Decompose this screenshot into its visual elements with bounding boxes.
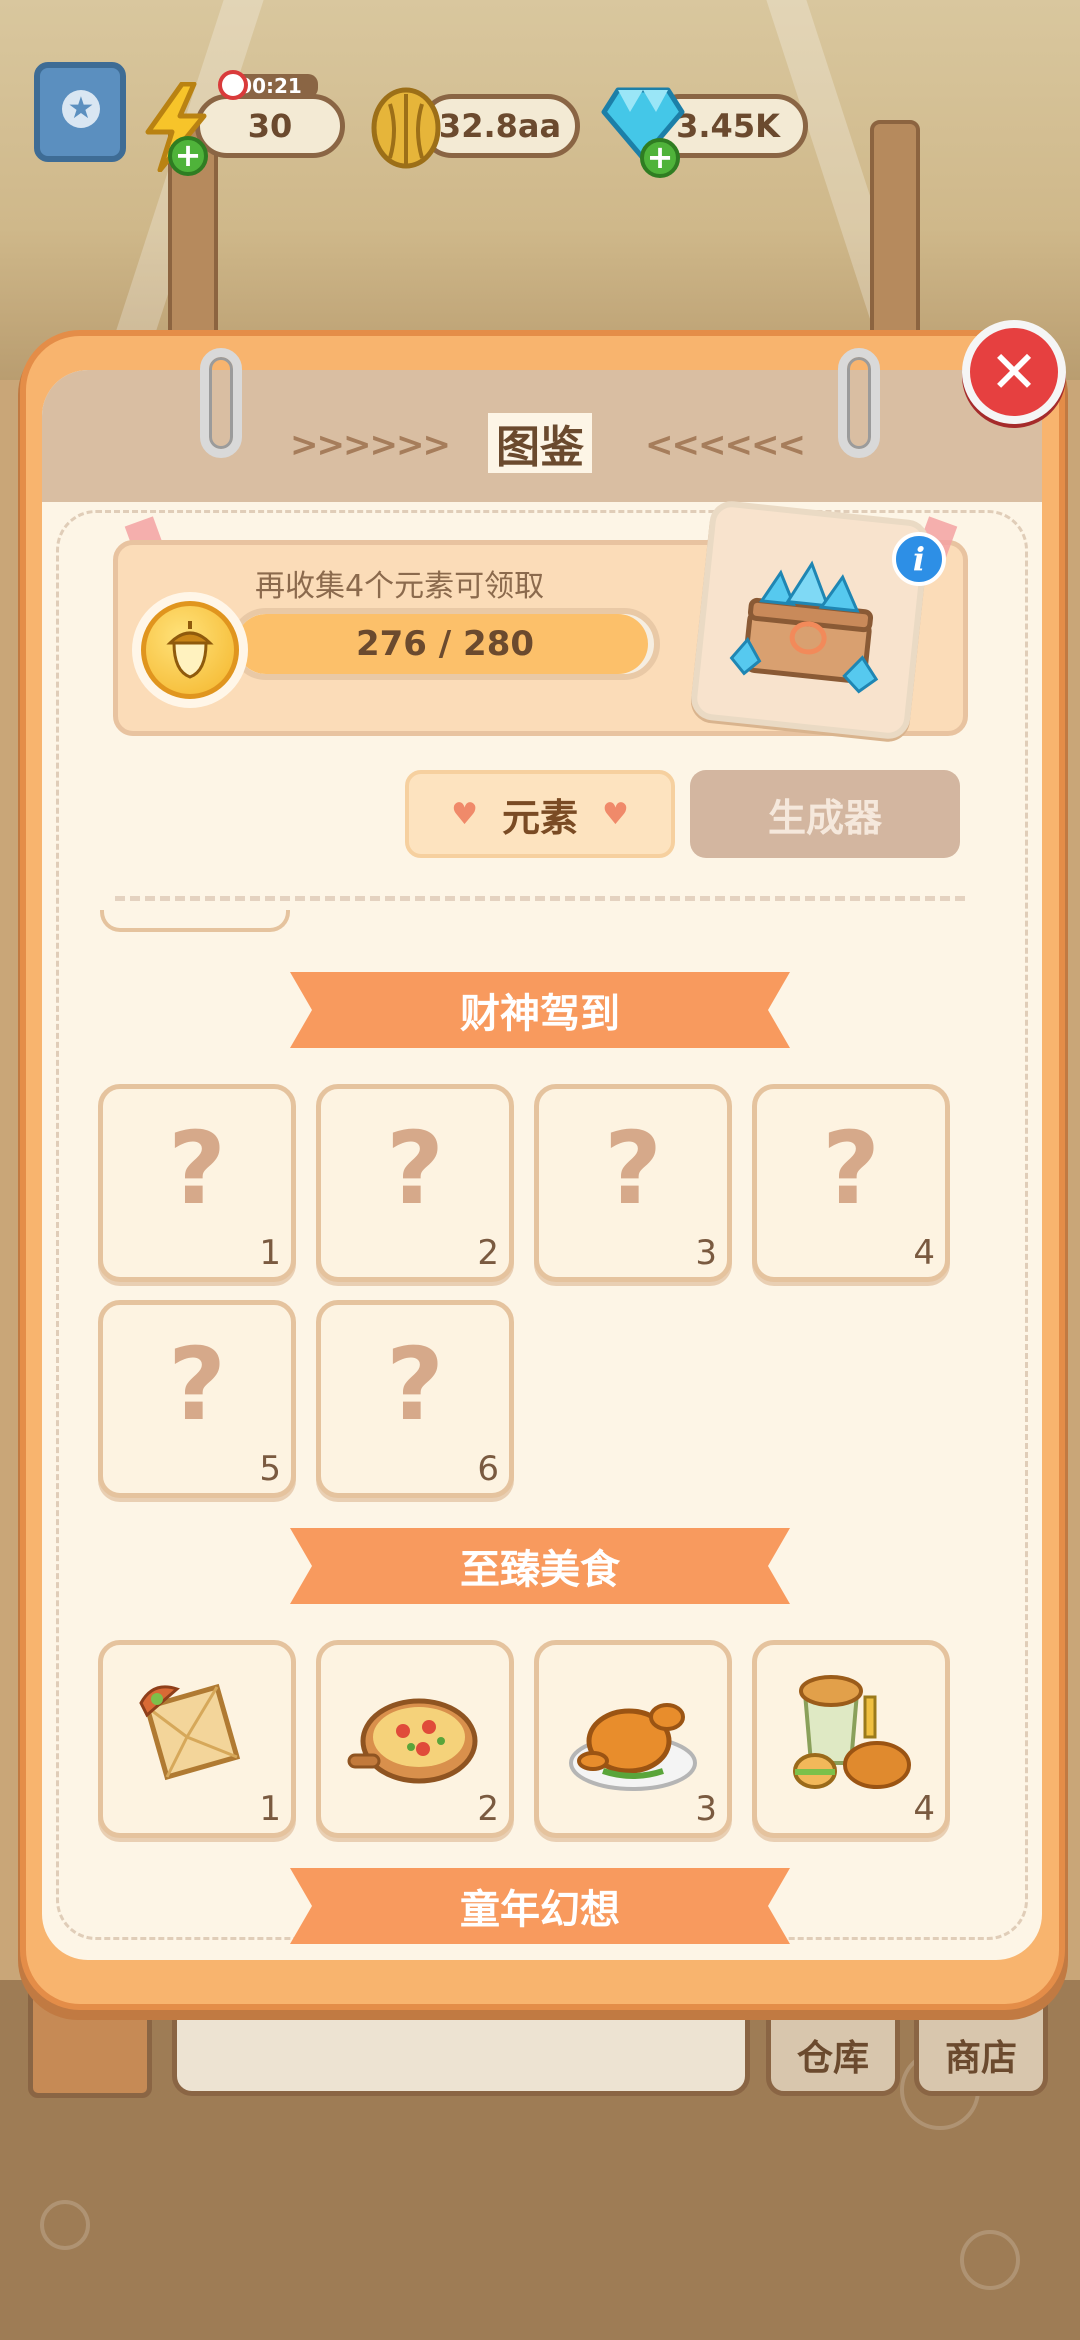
collection-tile[interactable]: 2 [316,1640,514,1838]
album-book-icon[interactable]: ★ [34,62,126,162]
question-mark-icon: ? [603,1110,662,1227]
energy-pill: 30 [195,94,345,158]
collection-tile-locked[interactable]: ? 5 [98,1300,296,1498]
tab-elements-label: 元素 [501,795,578,840]
warehouse-label: 仓库 [796,2038,869,2079]
question-mark-icon: ? [167,1110,226,1227]
collection-tile[interactable]: 4 [752,1640,950,1838]
tile-number: 1 [259,1789,281,1829]
question-mark-icon: ? [821,1110,880,1227]
heart-icon: ♥ [602,796,629,832]
seed-coin-icon [371,87,441,169]
coins-pill: 32.8aa [420,94,580,158]
collection-scroll-area[interactable]: 财神驾到 ? 1 ? 2 ? 3 ? 4 ? 5 ? 6 至臻美食 1 2 3 … [70,910,1010,1960]
progress-label: 276 / 280 [355,624,535,664]
question-mark-icon: ? [385,1326,444,1443]
info-button[interactable]: i [892,532,946,586]
collection-tile-locked[interactable]: ? 3 [534,1084,732,1282]
close-button[interactable]: ✕ [962,320,1066,424]
background-bubble [40,2200,90,2250]
binder-ring-left [200,348,242,458]
reward-chest-card[interactable] [689,499,931,741]
section-banner: 童年幻想 [290,1868,790,1948]
question-mark-icon: ? [167,1326,226,1443]
tile-number: 4 [913,1789,935,1829]
clock-icon [218,70,248,100]
gems-value: 3.45K [676,107,780,145]
gem-chest-icon [729,560,879,694]
collection-tile-locked[interactable]: ? 6 [316,1300,514,1498]
game-screen: { "topbar": { "energy_timer": "00:21", "… [0,0,1080,2340]
section-divider [115,896,965,901]
roast-chicken-icon [569,1703,697,1791]
energy-value: 30 [247,107,293,145]
section-title: 财神驾到 [460,991,620,1037]
heart-icon: ♥ [451,796,478,832]
page-title: 图鉴 [496,422,584,473]
shop-label: 商店 [944,2038,1017,2079]
section-banner: 财神驾到 [290,972,790,1052]
acorn-coin-icon [132,592,248,708]
info-icon: i [912,540,926,578]
tile-number: 1 [259,1233,281,1273]
tab-elements[interactable]: ♥ 元素 ♥ [405,770,675,858]
collection-tile-locked[interactable]: ? 1 [98,1084,296,1282]
title-plate: 图鉴 [488,413,592,473]
collection-tile[interactable]: 3 [534,1640,732,1838]
collection-tile[interactable]: 1 [98,1640,296,1838]
section-title: 童年幻想 [460,1887,620,1933]
add-energy-button[interactable]: + [168,136,208,176]
title-arrows-left: >>>>>> [290,425,451,465]
section-title: 至臻美食 [460,1547,620,1593]
tab-generators[interactable]: 生成器 [690,770,960,858]
tile-number: 5 [259,1449,281,1489]
close-icon: ✕ [989,338,1039,406]
tile-number: 3 [695,1789,717,1829]
tab-generators-label: 生成器 [767,795,882,840]
sandwich-icon [139,1683,241,1781]
fried-chicken-meal-icon [793,1675,911,1789]
section-banner: 至臻美食 [290,1528,790,1608]
tile-number: 2 [477,1233,499,1273]
title-arrows-right: <<<<<< [645,425,806,465]
question-mark-icon: ? [385,1110,444,1227]
add-gems-button[interactable]: + [640,138,680,178]
collection-progress-bar: 276 / 280 [230,608,660,680]
binder-ring-right [838,348,880,458]
previous-item-edge [100,910,290,932]
pizza-icon [347,1698,478,1784]
collection-tile-locked[interactable]: ? 4 [752,1084,950,1282]
reward-hint-text: 再收集4个元素可领取 [255,569,545,604]
background-pillar [870,120,920,340]
collection-tile-locked[interactable]: ? 2 [316,1084,514,1282]
background-bubble [960,2230,1020,2290]
tile-number: 3 [695,1233,717,1273]
tile-number: 4 [913,1233,935,1273]
coins-value: 32.8aa [438,107,562,145]
tile-number: 2 [477,1789,499,1829]
tile-number: 6 [477,1449,499,1489]
